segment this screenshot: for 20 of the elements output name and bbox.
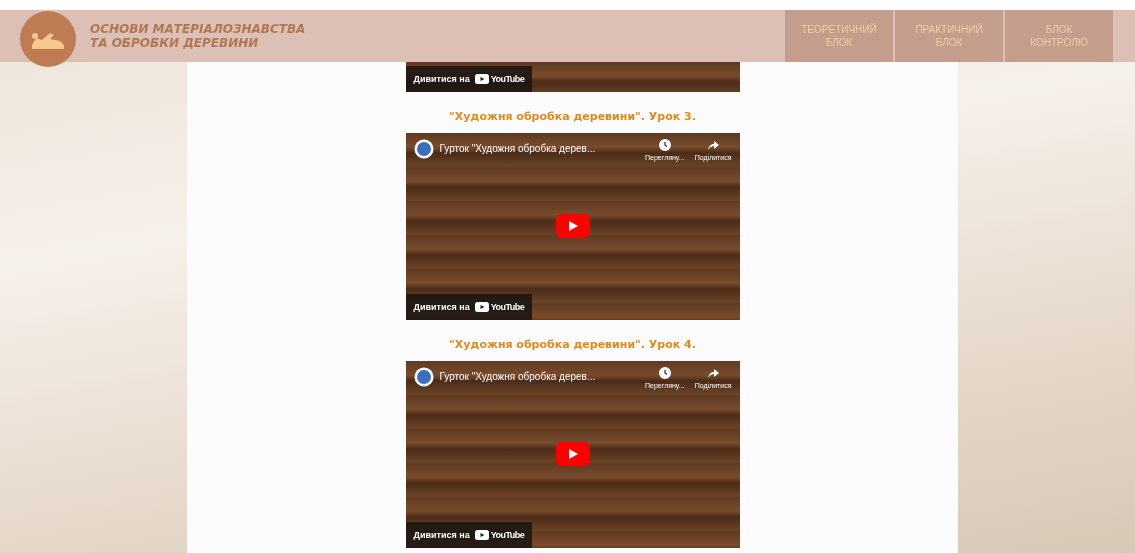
watch-on-youtube-button[interactable]: Дивитися на YouTube — [405, 294, 533, 320]
plane-tool-logo-icon[interactable] — [20, 11, 76, 67]
share-arrow-icon — [707, 139, 720, 151]
watch-on-youtube-button[interactable]: Дивитися на YouTube — [405, 66, 533, 92]
video-channel-title[interactable]: Гурток "Художня обробка дерев... — [439, 143, 635, 154]
watch-on-youtube-button[interactable]: Дивитися на YouTube — [405, 522, 533, 548]
video-title: "Художня обробка деревини". Урок 4. — [449, 338, 696, 351]
video-channel-title[interactable]: Гурток "Художня обробка дерев... — [439, 371, 635, 382]
play-icon[interactable] — [555, 214, 590, 238]
clock-icon — [658, 139, 671, 151]
channel-avatar-icon[interactable] — [413, 367, 434, 387]
video-thumbnail[interactable]: Дивитися на YouTube — [405, 62, 740, 92]
share-arrow-icon — [707, 367, 720, 379]
youtube-logo-icon — [474, 302, 489, 312]
youtube-logo-icon — [474, 74, 489, 84]
clock-icon — [658, 367, 671, 379]
video-title: "Художня обробка деревини". Урок 3. — [449, 110, 696, 123]
channel-avatar-icon[interactable] — [413, 139, 434, 159]
play-icon[interactable] — [555, 442, 590, 466]
youtube-logo-icon — [474, 530, 489, 540]
